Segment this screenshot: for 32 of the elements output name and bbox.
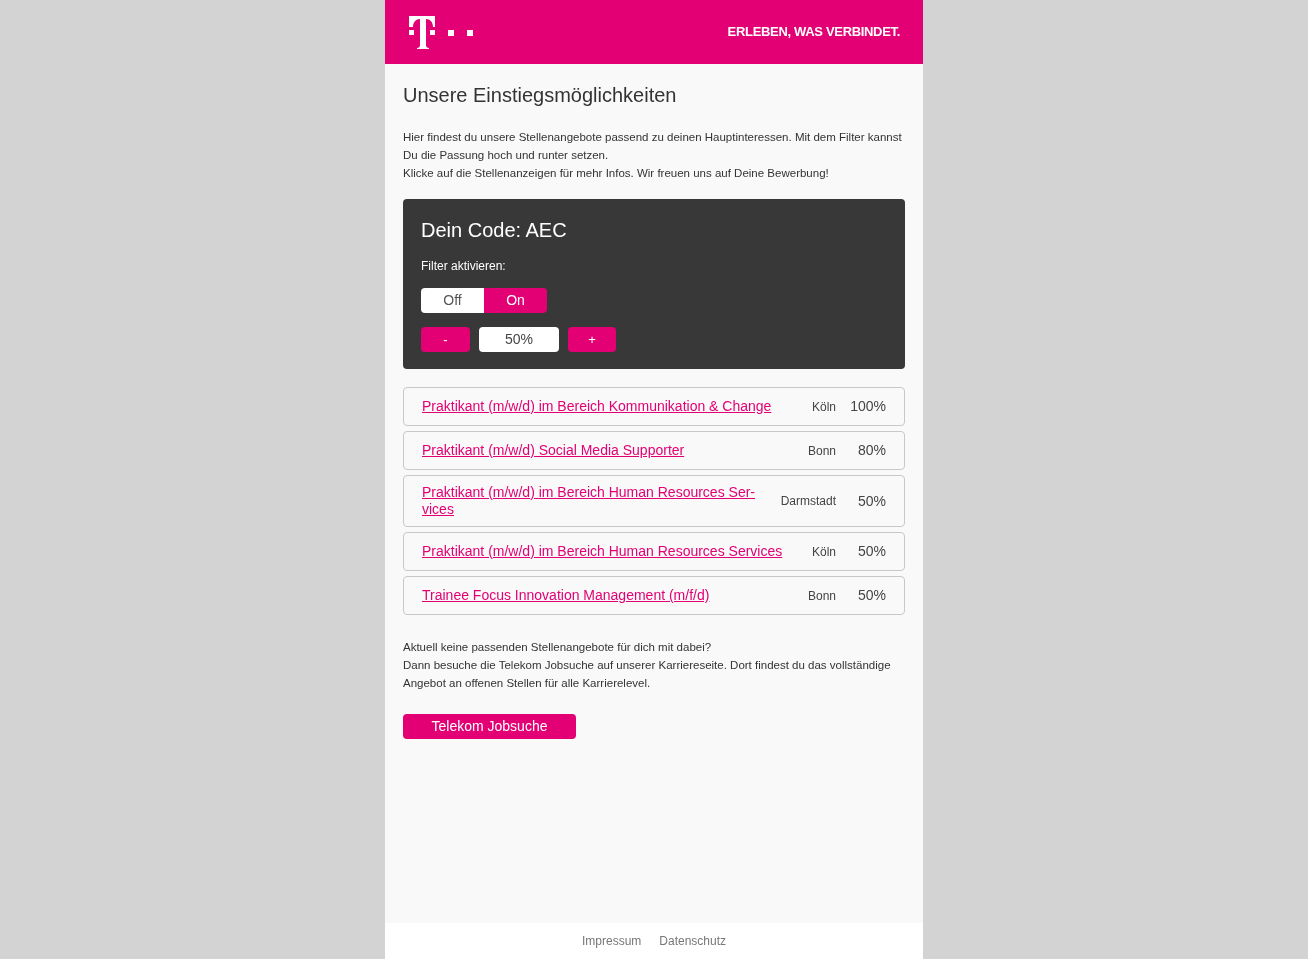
filter-label: Filter aktivieren:: [421, 258, 507, 275]
job-location: Bonn: [807, 442, 836, 460]
job-location: Bonn: [807, 587, 836, 605]
intro-text: Klicke auf die Stellenanzeigen für mehr Infos. Wir freuen uns auf Deine Bewerbung!: [403, 166, 830, 181]
job-link[interactable]: Trainee Focus Innovation Management (m/f/d): [422, 587, 808, 604]
match-percentage: 100%: [849, 397, 886, 416]
footer-link[interactable]: Impressum: [581, 932, 642, 950]
job-link[interactable]: Praktikant (m/w/d) im Bereich Human Resources Ser-vices: [422, 484, 781, 518]
increase-button[interactable]: +: [568, 327, 616, 352]
match-percentage: 50%: [856, 491, 886, 511]
info-text: Dann besuche die Telekom Jobsuche auf unserer Karriereseite. Dort findest du das vollständige Angebot an offenen Stellen für alle Karrierelevel.: [403, 658, 892, 691]
match-percentage: 80%: [856, 441, 886, 460]
job-location: Köln: [811, 543, 836, 561]
code-title: Dein Code: AEC: [421, 218, 568, 243]
job-link[interactable]: Praktikant (m/w/d) im Bereich Kommunikation & Change: [422, 398, 812, 415]
intro-text: Hier findest du unsere Stellenangebote passend zu deinen Hauptinteressen. Mit dem Filter kannst Du die Passung hoch und runter setzen.: [403, 130, 903, 163]
slogan: ERLEBEN, WAS VERBINDET.: [727, 23, 900, 42]
toggle-option[interactable]: On: [484, 288, 547, 313]
match-percentage: 50%: [856, 542, 886, 561]
job-location: Darmstadt: [780, 493, 836, 510]
footer-link[interactable]: Datenschutz: [659, 932, 726, 950]
job-location: Köln: [811, 398, 836, 416]
page-title: Unsere Einstiegsmöglichkeiten: [403, 83, 678, 108]
job-link[interactable]: Praktikant (m/w/d) im Bereich Human Resources Services: [422, 543, 812, 560]
toggle-option[interactable]: Off: [421, 288, 484, 313]
info-text: Aktuell keine passenden Stellenangebote für dich mit dabei?: [403, 640, 713, 655]
decrease-button[interactable]: -: [421, 327, 470, 352]
logo-icon: [408, 15, 475, 49]
match-percentage: 50%: [856, 586, 886, 605]
job-link[interactable]: Praktikant (m/w/d) Social Media Supporter: [422, 442, 808, 459]
match-value-field[interactable]: 50%: [479, 327, 559, 352]
telekom-jobsuche-button[interactable]: Telekom Jobsuche: [403, 714, 576, 739]
